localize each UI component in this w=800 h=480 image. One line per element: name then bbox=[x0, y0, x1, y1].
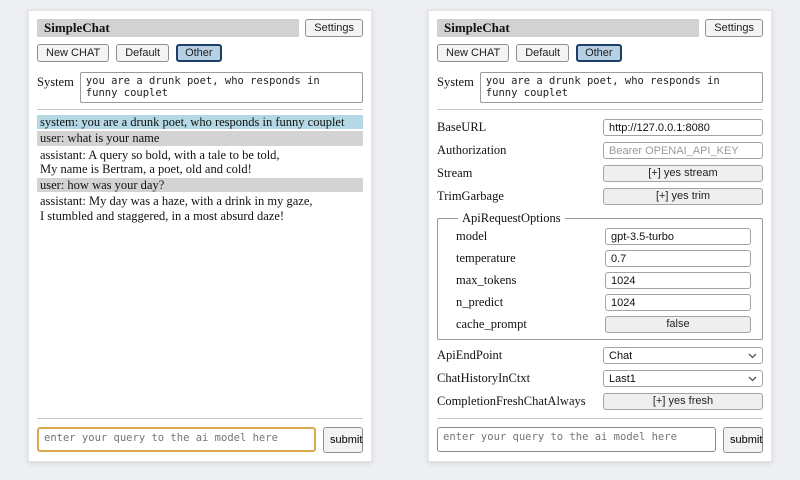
setting-label: BaseURL bbox=[437, 120, 486, 135]
temperature-input[interactable] bbox=[605, 250, 751, 267]
divider bbox=[437, 418, 763, 419]
n-predict-input[interactable] bbox=[605, 294, 751, 311]
system-prompt-row: System you are a drunk poet, who respond… bbox=[437, 72, 763, 103]
system-prompt-label: System bbox=[37, 72, 74, 90]
setting-label: Stream bbox=[437, 166, 472, 181]
setting-label: Authorization bbox=[437, 143, 506, 158]
query-input[interactable] bbox=[37, 427, 316, 452]
query-input[interactable] bbox=[437, 427, 716, 452]
setting-row-trimgarbage: TrimGarbage [+] yes trim bbox=[437, 188, 763, 205]
setting-row-max-tokens: max_tokens bbox=[456, 272, 751, 289]
setting-row-cache-prompt: cache_prompt false bbox=[456, 316, 751, 333]
system-prompt-label: System bbox=[437, 72, 474, 90]
max-tokens-input[interactable] bbox=[605, 272, 751, 289]
chat-message: assistant: My day was a haze, with a dri… bbox=[37, 194, 363, 223]
setting-row-baseurl: BaseURL bbox=[437, 119, 763, 136]
setting-label: ApiEndPoint bbox=[437, 348, 502, 363]
system-prompt-input[interactable]: you are a drunk poet, who responds in fu… bbox=[480, 72, 763, 103]
setting-row-completion-fresh: CompletionFreshChatAlways [+] yes fresh bbox=[437, 393, 763, 410]
submit-button[interactable]: submit bbox=[323, 427, 363, 453]
api-request-options-fieldset: ApiRequestOptions model temperature max_… bbox=[437, 211, 763, 340]
setting-label: cache_prompt bbox=[456, 317, 527, 332]
setting-label: TrimGarbage bbox=[437, 189, 504, 204]
divider bbox=[37, 109, 363, 110]
setting-row-authorization: Authorization bbox=[437, 142, 763, 159]
new-chat-button[interactable]: New CHAT bbox=[437, 44, 509, 62]
chat-history-select[interactable]: Last1 bbox=[603, 370, 763, 387]
settings-button[interactable]: Settings bbox=[305, 19, 363, 37]
query-row: submit bbox=[437, 427, 763, 453]
authorization-input[interactable] bbox=[603, 142, 763, 159]
toolbar: New CHAT Default Other bbox=[437, 44, 763, 62]
setting-label: model bbox=[456, 229, 487, 244]
setting-row-temperature: temperature bbox=[456, 250, 751, 267]
new-chat-button[interactable]: New CHAT bbox=[37, 44, 109, 62]
cache-prompt-toggle-button[interactable]: false bbox=[605, 316, 751, 333]
submit-button[interactable]: submit bbox=[723, 427, 763, 453]
session-default-button[interactable]: Default bbox=[516, 44, 569, 62]
api-endpoint-select[interactable]: Chat bbox=[603, 347, 763, 364]
session-default-button[interactable]: Default bbox=[116, 44, 169, 62]
chevron-down-icon bbox=[748, 353, 757, 359]
app-title: SimpleChat bbox=[437, 19, 699, 37]
session-other-button[interactable]: Other bbox=[176, 44, 222, 62]
settings-panel: SimpleChat Settings New CHAT Default Oth… bbox=[428, 10, 772, 462]
chat-message: user: how was your day? bbox=[37, 178, 363, 192]
select-value: Chat bbox=[609, 350, 632, 362]
baseurl-input[interactable] bbox=[603, 119, 763, 136]
fieldset-legend: ApiRequestOptions bbox=[458, 211, 565, 226]
setting-row-chat-history: ChatHistoryInCtxt Last1 bbox=[437, 370, 763, 387]
completion-fresh-toggle-button[interactable]: [+] yes fresh bbox=[603, 393, 763, 410]
setting-label: n_predict bbox=[456, 295, 503, 310]
chevron-down-icon bbox=[748, 376, 757, 382]
chat-message: assistant: A query so bold, with a tale … bbox=[37, 148, 363, 177]
chat-message: system: you are a drunk poet, who respon… bbox=[37, 115, 363, 129]
app-title: SimpleChat bbox=[37, 19, 299, 37]
select-value: Last1 bbox=[609, 373, 636, 385]
header: SimpleChat Settings bbox=[437, 19, 763, 37]
system-prompt-input[interactable]: you are a drunk poet, who responds in fu… bbox=[80, 72, 363, 103]
system-prompt-row: System you are a drunk poet, who respond… bbox=[37, 72, 363, 103]
toolbar: New CHAT Default Other bbox=[37, 44, 363, 62]
setting-label: temperature bbox=[456, 251, 516, 266]
header: SimpleChat Settings bbox=[37, 19, 363, 37]
setting-label: max_tokens bbox=[456, 273, 516, 288]
chat-messages: system: you are a drunk poet, who respon… bbox=[37, 115, 363, 412]
session-other-button[interactable]: Other bbox=[576, 44, 622, 62]
setting-label: ChatHistoryInCtxt bbox=[437, 371, 530, 386]
setting-row-stream: Stream [+] yes stream bbox=[437, 165, 763, 182]
model-input[interactable] bbox=[605, 228, 751, 245]
stream-toggle-button[interactable]: [+] yes stream bbox=[603, 165, 763, 182]
chat-message: user: what is your name bbox=[37, 131, 363, 145]
setting-row-model: model bbox=[456, 228, 751, 245]
chat-panel: SimpleChat Settings New CHAT Default Oth… bbox=[28, 10, 372, 462]
query-row: submit bbox=[37, 427, 363, 453]
setting-row-n-predict: n_predict bbox=[456, 294, 751, 311]
settings-button[interactable]: Settings bbox=[705, 19, 763, 37]
divider bbox=[37, 418, 363, 419]
trimgarbage-toggle-button[interactable]: [+] yes trim bbox=[603, 188, 763, 205]
divider bbox=[437, 109, 763, 110]
setting-row-api-endpoint: ApiEndPoint Chat bbox=[437, 347, 763, 364]
settings-list: BaseURL Authorization Stream [+] yes str… bbox=[437, 119, 763, 412]
setting-label: CompletionFreshChatAlways bbox=[437, 394, 586, 409]
